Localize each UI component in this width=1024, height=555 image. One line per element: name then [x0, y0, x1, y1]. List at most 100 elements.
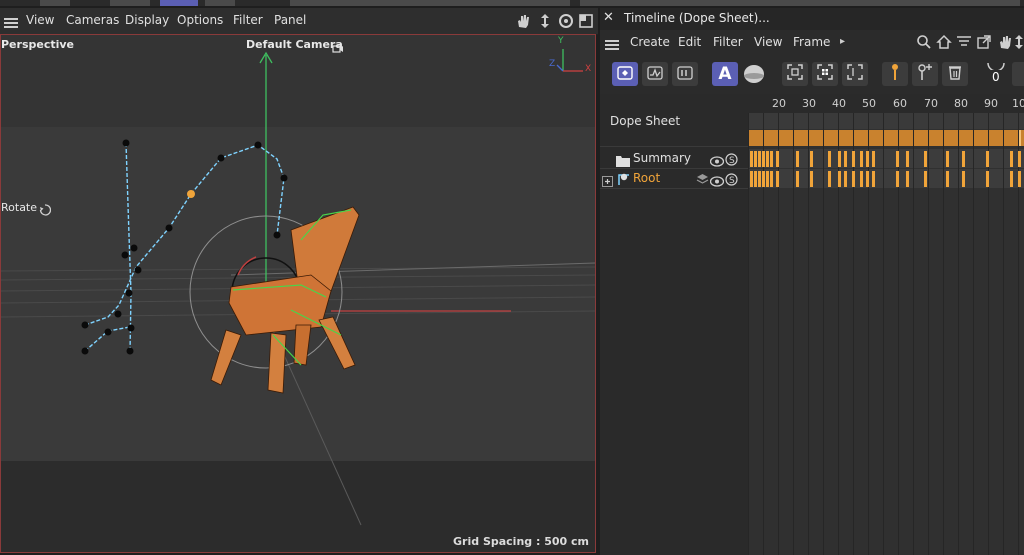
- summary-key-row[interactable]: [748, 149, 1024, 168]
- frame-field[interactable]: 0: [982, 60, 1010, 90]
- maximize-icon[interactable]: [578, 13, 594, 33]
- preview-range-bar[interactable]: [748, 130, 1024, 146]
- dopesheet-mode-button[interactable]: [612, 62, 638, 86]
- keyframe[interactable]: [770, 151, 773, 167]
- keyframe[interactable]: [758, 151, 761, 167]
- keyframe[interactable]: [776, 151, 779, 167]
- keyframe[interactable]: [906, 171, 909, 187]
- home-icon[interactable]: [936, 34, 952, 54]
- viewport-menubar: View Cameras Display Options Filter Pane…: [0, 8, 598, 35]
- menu-panel[interactable]: Panel: [274, 13, 306, 27]
- menu-create[interactable]: Create: [630, 35, 670, 49]
- keyframe[interactable]: [1018, 171, 1021, 187]
- keyframe[interactable]: [852, 171, 855, 187]
- keyframe[interactable]: [844, 151, 847, 167]
- keyframe[interactable]: [872, 151, 875, 167]
- menu-options[interactable]: Options: [177, 13, 223, 27]
- ruler-tick: 100: [1012, 97, 1024, 110]
- auto-key-button[interactable]: A: [712, 62, 738, 86]
- frame-range-button[interactable]: [842, 62, 868, 86]
- keyframe[interactable]: [946, 171, 949, 187]
- keyframe[interactable]: [754, 151, 757, 167]
- keyframe[interactable]: [962, 151, 965, 167]
- keyframe[interactable]: [1010, 151, 1013, 167]
- frame-ruler[interactable]: 20 30 40 50 60 70 80 90 100: [748, 94, 1024, 113]
- keyframe[interactable]: [766, 171, 769, 187]
- close-icon[interactable]: ✕: [603, 10, 614, 25]
- keyframe[interactable]: [860, 171, 863, 187]
- keyframe[interactable]: [866, 171, 869, 187]
- pan-hand-icon[interactable]: [515, 13, 531, 33]
- search-icon[interactable]: [916, 34, 932, 54]
- keyframe[interactable]: [828, 171, 831, 187]
- keyframe[interactable]: [906, 151, 909, 167]
- keyframe[interactable]: [758, 171, 761, 187]
- move-arrows-icon[interactable]: [537, 13, 553, 33]
- keyframe[interactable]: [838, 171, 841, 187]
- keyframe[interactable]: [776, 171, 779, 187]
- add-marker-plus-button[interactable]: [912, 62, 938, 86]
- menu-view[interactable]: View: [26, 13, 54, 27]
- root-key-row[interactable]: [748, 169, 1024, 188]
- keyframe[interactable]: [838, 151, 841, 167]
- keyframe[interactable]: [946, 151, 949, 167]
- rotate-view-icon[interactable]: [558, 13, 574, 33]
- keyframe[interactable]: [766, 151, 769, 167]
- keyframe[interactable]: [810, 151, 813, 167]
- keyframe[interactable]: [810, 171, 813, 187]
- keyframe[interactable]: [896, 171, 899, 187]
- viewport[interactable]: Perspective Default Camera Rotate Y X Z …: [0, 34, 596, 553]
- track-row-root[interactable]: Root S: [600, 169, 748, 188]
- keyframe[interactable]: [828, 151, 831, 167]
- keyframe[interactable]: [1010, 171, 1013, 187]
- menu-cameras[interactable]: Cameras: [66, 13, 119, 27]
- keyframe[interactable]: [1018, 151, 1021, 167]
- pan-hand-icon[interactable]: [997, 34, 1013, 54]
- keyframe[interactable]: [924, 151, 927, 167]
- filter-funnel-icon[interactable]: [956, 34, 972, 54]
- frame-selected-button[interactable]: [812, 62, 838, 86]
- keyframe[interactable]: [986, 171, 989, 187]
- keyframe[interactable]: [754, 171, 757, 187]
- frame-all-button[interactable]: [782, 62, 808, 86]
- ruler-tick: 80: [954, 97, 968, 110]
- delete-markers-button[interactable]: [942, 62, 968, 86]
- projection-label[interactable]: Perspective: [1, 38, 74, 51]
- keyframe[interactable]: [924, 171, 927, 187]
- menu-view[interactable]: View: [754, 35, 782, 49]
- keyframe[interactable]: [796, 151, 799, 167]
- motion-mode-button[interactable]: [672, 62, 698, 86]
- keyframe[interactable]: [962, 171, 965, 187]
- menu-edit[interactable]: Edit: [678, 35, 701, 49]
- keyframe[interactable]: [860, 151, 863, 167]
- camera-label[interactable]: Default Camera: [246, 38, 343, 51]
- track-row-summary[interactable]: Summary S: [600, 149, 748, 168]
- keyframe[interactable]: [866, 151, 869, 167]
- move-arrows-icon[interactable]: [1015, 34, 1024, 54]
- keyframe[interactable]: [762, 171, 765, 187]
- menu-display[interactable]: Display: [125, 13, 169, 27]
- keyframe[interactable]: [896, 151, 899, 167]
- dopesheet-area[interactable]: 20 30 40 50 60 70 80 90 100: [748, 94, 1024, 555]
- hamburger-icon[interactable]: [4, 14, 18, 33]
- keyframe[interactable]: [762, 151, 765, 167]
- menu-filter[interactable]: Filter: [233, 13, 263, 27]
- keyframe[interactable]: [750, 151, 753, 167]
- keyframe[interactable]: [872, 171, 875, 187]
- keyframe[interactable]: [796, 171, 799, 187]
- keyframe[interactable]: [844, 171, 847, 187]
- camera-lock-icon[interactable]: [332, 39, 344, 58]
- keyframe[interactable]: [770, 171, 773, 187]
- menu-frame[interactable]: Frame: [793, 35, 830, 49]
- fcurve-mode-button[interactable]: [642, 62, 668, 86]
- keyframe[interactable]: [986, 151, 989, 167]
- sphere-icon[interactable]: [742, 63, 766, 85]
- keyframe[interactable]: [750, 171, 753, 187]
- open-external-icon[interactable]: [976, 34, 992, 54]
- menu-overflow-arrow-icon[interactable]: ▸: [840, 36, 845, 47]
- toolbar-overflow[interactable]: [1012, 62, 1024, 86]
- keyframe[interactable]: [852, 151, 855, 167]
- add-marker-button[interactable]: [882, 62, 908, 86]
- hamburger-icon[interactable]: [605, 36, 619, 55]
- menu-filter[interactable]: Filter: [713, 35, 743, 49]
